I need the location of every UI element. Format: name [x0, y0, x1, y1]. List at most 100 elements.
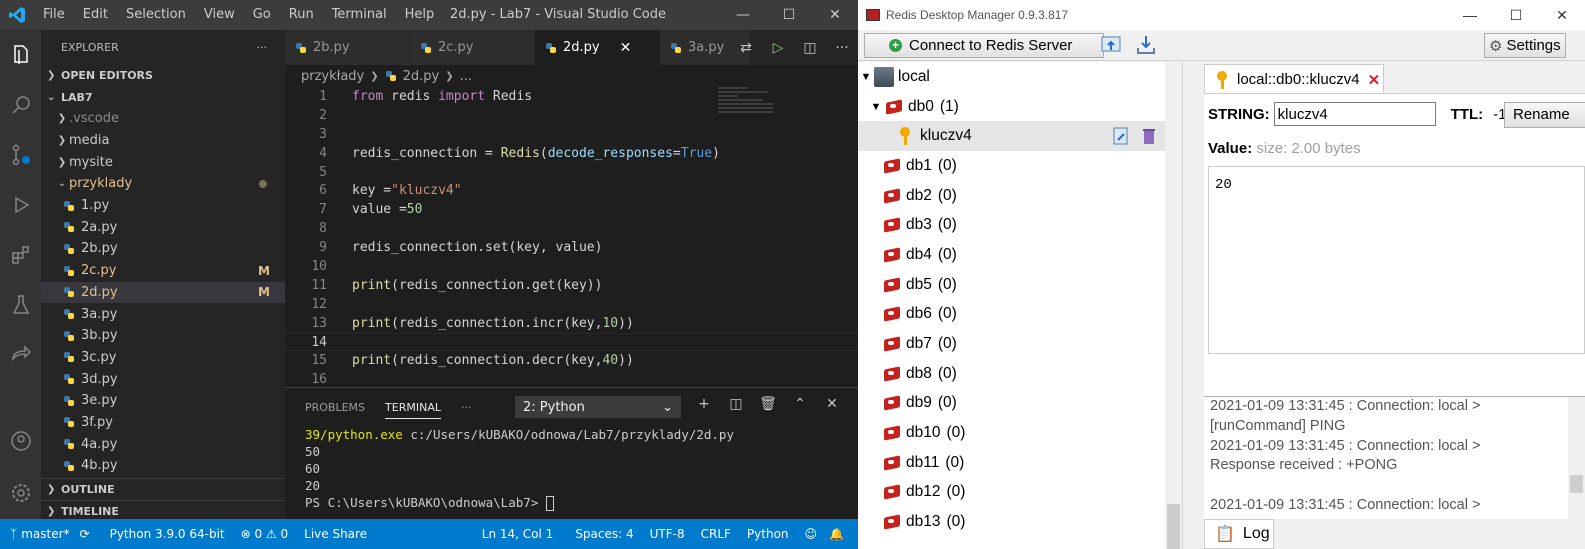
- value-editor[interactable]: 20: [1208, 166, 1585, 354]
- code-line[interactable]: 8: [285, 219, 858, 238]
- file-item[interactable]: 2c.py M: [41, 260, 285, 282]
- code-line[interactable]: 9 redis_connection.set(key, value): [285, 238, 858, 257]
- database-item-db12[interactable]: db12 (0): [858, 478, 1182, 508]
- chevron-up-icon[interactable]: ⌃: [784, 396, 816, 412]
- outline-section[interactable]: ❯ OUTLINE: [41, 478, 285, 500]
- export-icon[interactable]: [1135, 34, 1157, 56]
- tab-problems[interactable]: PROBLEMS: [305, 401, 365, 414]
- cursor-position[interactable]: Ln 14, Col 1: [482, 527, 554, 541]
- close-icon[interactable]: ✕: [1539, 0, 1585, 30]
- triangle-down-icon[interactable]: ▼: [868, 101, 884, 113]
- key-item[interactable]: kluczv4: [858, 121, 1182, 152]
- database-item-db13[interactable]: db13 (0): [858, 507, 1182, 537]
- file-item[interactable]: 3d.py: [41, 368, 285, 390]
- code-line[interactable]: 4 redis_connection = Redis(decode_respons…: [285, 144, 858, 163]
- split-terminal-icon[interactable]: ◫: [720, 396, 752, 412]
- trash-icon[interactable]: [1140, 126, 1158, 146]
- source-control-icon[interactable]: [0, 130, 41, 180]
- split-editor-icon[interactable]: ◫: [794, 40, 826, 56]
- code-line[interactable]: 11 print(redis_connection.get(key)): [285, 276, 858, 295]
- tree-scrollbar[interactable]: [1165, 62, 1182, 549]
- settings-button[interactable]: ⚙ Settings: [1484, 33, 1566, 58]
- folder-item[interactable]: ❯ .vscode: [41, 108, 285, 130]
- trash-icon[interactable]: 🗑: [752, 396, 784, 412]
- file-item[interactable]: 2d.py M: [41, 281, 285, 304]
- testing-flask-icon[interactable]: [0, 280, 41, 330]
- file-item[interactable]: 4b.py: [41, 455, 285, 477]
- explorer-icon[interactable]: [0, 30, 41, 80]
- breadcrumb-symbol[interactable]: ...: [460, 69, 472, 84]
- indent-spaces[interactable]: Spaces: 4: [575, 527, 633, 541]
- new-terminal-icon[interactable]: +: [688, 396, 720, 412]
- open-editors-section[interactable]: ❯ OPEN EDITORS: [41, 64, 285, 86]
- database-item-db3[interactable]: db3 (0): [858, 210, 1182, 240]
- tab-2b-py[interactable]: 2b.py: [285, 30, 410, 65]
- server-item[interactable]: ▼ local: [858, 62, 1182, 92]
- menu-item-edit[interactable]: Edit: [74, 0, 117, 30]
- file-item[interactable]: 3e.py: [41, 390, 285, 412]
- folder-item[interactable]: ❯ media: [41, 130, 285, 152]
- key-tab[interactable]: local::db0::kluczv4 ✕: [1204, 64, 1384, 94]
- file-item[interactable]: 1.py: [41, 195, 285, 217]
- minimize-icon[interactable]: —: [1447, 0, 1493, 30]
- rename-button[interactable]: Rename: [1504, 102, 1585, 128]
- menu-item-file[interactable]: File: [34, 0, 74, 30]
- code-line[interactable]: 3: [285, 125, 858, 144]
- database-item-db2[interactable]: db2 (0): [858, 181, 1182, 211]
- more-actions-icon[interactable]: ···: [826, 40, 858, 56]
- file-item[interactable]: 3b.py: [41, 325, 285, 347]
- sync-icon[interactable]: ⟳: [80, 527, 90, 541]
- menu-item-terminal[interactable]: Terminal: [323, 0, 396, 30]
- file-item[interactable]: 2a.py: [41, 216, 285, 238]
- code-line[interactable]: 12: [285, 295, 858, 314]
- menu-item-selection[interactable]: Selection: [117, 0, 195, 30]
- menu-item-view[interactable]: View: [195, 0, 244, 30]
- database-item-db4[interactable]: db4 (0): [858, 240, 1182, 270]
- database-item-db7[interactable]: db7 (0): [858, 329, 1182, 359]
- code-line[interactable]: 10: [285, 257, 858, 276]
- breadcrumb-folder[interactable]: przykłady: [301, 69, 364, 84]
- code-line[interactable]: 6 key ="kluczv4": [285, 181, 858, 200]
- file-item[interactable]: 3c.py: [41, 347, 285, 369]
- tab-2d-py[interactable]: 2d.py ✕: [535, 30, 660, 65]
- code-line[interactable]: 14: [285, 332, 858, 352]
- breadcrumb-file[interactable]: 2d.py: [403, 69, 440, 84]
- edit-key-icon[interactable]: [1112, 126, 1130, 146]
- gear-icon[interactable]: [0, 468, 41, 518]
- close-icon[interactable]: ✕: [816, 396, 848, 412]
- minimap[interactable]: [718, 87, 778, 127]
- more-actions-icon[interactable]: ···: [461, 401, 472, 414]
- folder-item[interactable]: ⌄ przyklady: [41, 173, 285, 195]
- tab-terminal[interactable]: TERMINAL: [385, 396, 441, 419]
- close-icon[interactable]: ✕: [812, 0, 858, 30]
- maximize-icon[interactable]: ☐: [766, 0, 812, 30]
- file-item[interactable]: 4a.py: [41, 433, 285, 455]
- lab7-root-section[interactable]: ⌄ LAB7: [41, 86, 285, 108]
- log-tab[interactable]: 📋 Log: [1204, 519, 1274, 549]
- close-tab-icon[interactable]: ✕: [1368, 71, 1381, 89]
- database-item-db9[interactable]: db9 (0): [858, 389, 1182, 419]
- extensions-icon[interactable]: [0, 230, 41, 280]
- database-item-db10[interactable]: db10 (0): [858, 418, 1182, 448]
- connect-button[interactable]: + Connect to Redis Server: [864, 33, 1104, 58]
- language-mode[interactable]: Python: [747, 527, 789, 541]
- database-item-db11[interactable]: db11 (0): [858, 448, 1182, 478]
- more-actions-icon[interactable]: ···: [257, 41, 268, 54]
- terminal-output[interactable]: 39/python.exe c:/Users/kUBAKO/odnowa/Lab…: [285, 426, 858, 511]
- code-line[interactable]: 13 print(redis_connection.incr(key,10)): [285, 314, 858, 333]
- live-share-status[interactable]: Live Share: [304, 527, 367, 541]
- import-icon[interactable]: [1100, 34, 1122, 56]
- key-name-input[interactable]: [1273, 102, 1436, 126]
- end-of-line[interactable]: CRLF: [701, 527, 731, 541]
- maximize-icon[interactable]: ☐: [1493, 0, 1539, 30]
- compare-changes-icon[interactable]: ⇄: [730, 40, 762, 56]
- tab-2c-py[interactable]: 2c.py: [410, 30, 535, 65]
- bell-icon[interactable]: 🔔: [829, 527, 844, 541]
- file-item[interactable]: 2b.py: [41, 238, 285, 260]
- menu-item-go[interactable]: Go: [244, 0, 280, 30]
- python-interpreter[interactable]: Python 3.9.0 64-bit: [110, 527, 225, 541]
- live-share-icon[interactable]: [0, 330, 41, 380]
- git-branch[interactable]: master*: [21, 527, 69, 541]
- account-icon[interactable]: [0, 416, 41, 466]
- file-item[interactable]: 3a.py: [41, 303, 285, 325]
